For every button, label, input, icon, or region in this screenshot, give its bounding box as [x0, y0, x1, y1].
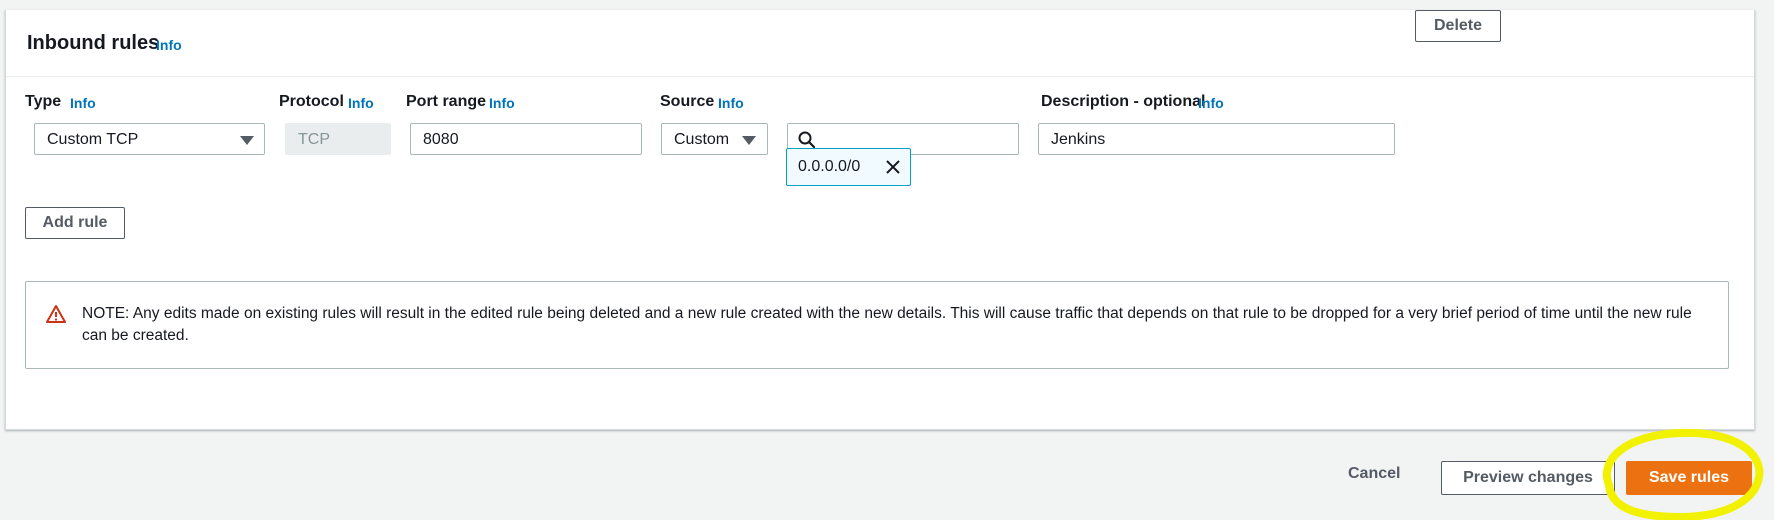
port-range-input[interactable]: 8080: [410, 123, 642, 155]
note-text: NOTE: Any edits made on existing rules w…: [82, 305, 1692, 344]
caret-down-icon: [240, 136, 254, 145]
preview-changes-button[interactable]: Preview changes: [1441, 461, 1615, 495]
source-type-select[interactable]: Custom: [661, 123, 768, 155]
cancel-button[interactable]: Cancel: [1348, 465, 1400, 483]
source-cidr-token: 0.0.0.0/0: [786, 148, 911, 186]
caret-down-icon: [742, 136, 756, 145]
description-info-link[interactable]: Info: [1198, 95, 1224, 111]
port-range-value: 8080: [423, 131, 459, 148]
type-info-link[interactable]: Info: [70, 95, 96, 111]
source-info-link[interactable]: Info: [718, 95, 744, 111]
delete-rule-button[interactable]: Delete: [1415, 10, 1501, 42]
type-label: Type: [25, 93, 62, 110]
inbound-rules-panel: Inbound rules Info Type Info Protocol In…: [5, 10, 1755, 430]
save-rules-button[interactable]: Save rules: [1626, 461, 1752, 495]
protocol-label: Protocol: [279, 93, 344, 110]
add-rule-button[interactable]: Add rule: [25, 207, 125, 239]
save-rules-label: Save rules: [1648, 469, 1730, 486]
protocol-value: TCP: [298, 131, 330, 148]
type-select[interactable]: Custom TCP: [34, 123, 265, 155]
preview-changes-label: Preview changes: [1463, 469, 1593, 486]
description-label: Description - optional: [1041, 93, 1206, 110]
port-range-info-link[interactable]: Info: [489, 95, 515, 111]
close-icon[interactable]: [884, 158, 902, 176]
protocol-info-link[interactable]: Info: [348, 95, 374, 111]
source-cidr-value: 0.0.0.0/0: [798, 158, 861, 175]
source-type-value: Custom: [674, 131, 730, 148]
search-icon: [798, 131, 816, 149]
add-rule-label: Add rule: [42, 214, 108, 231]
page-title: Inbound rules: [27, 32, 160, 54]
warning-alert: NOTE: Any edits made on existing rules w…: [25, 281, 1729, 369]
port-range-label: Port range: [406, 93, 487, 110]
description-input[interactable]: Jenkins: [1038, 123, 1395, 155]
type-select-value: Custom TCP: [47, 131, 139, 148]
title-info-link[interactable]: Info: [156, 37, 182, 53]
delete-button-label: Delete: [1433, 17, 1483, 34]
description-value: Jenkins: [1051, 131, 1106, 148]
protocol-field: TCP: [285, 123, 391, 155]
warning-icon: [46, 305, 66, 323]
source-label: Source: [660, 93, 715, 110]
